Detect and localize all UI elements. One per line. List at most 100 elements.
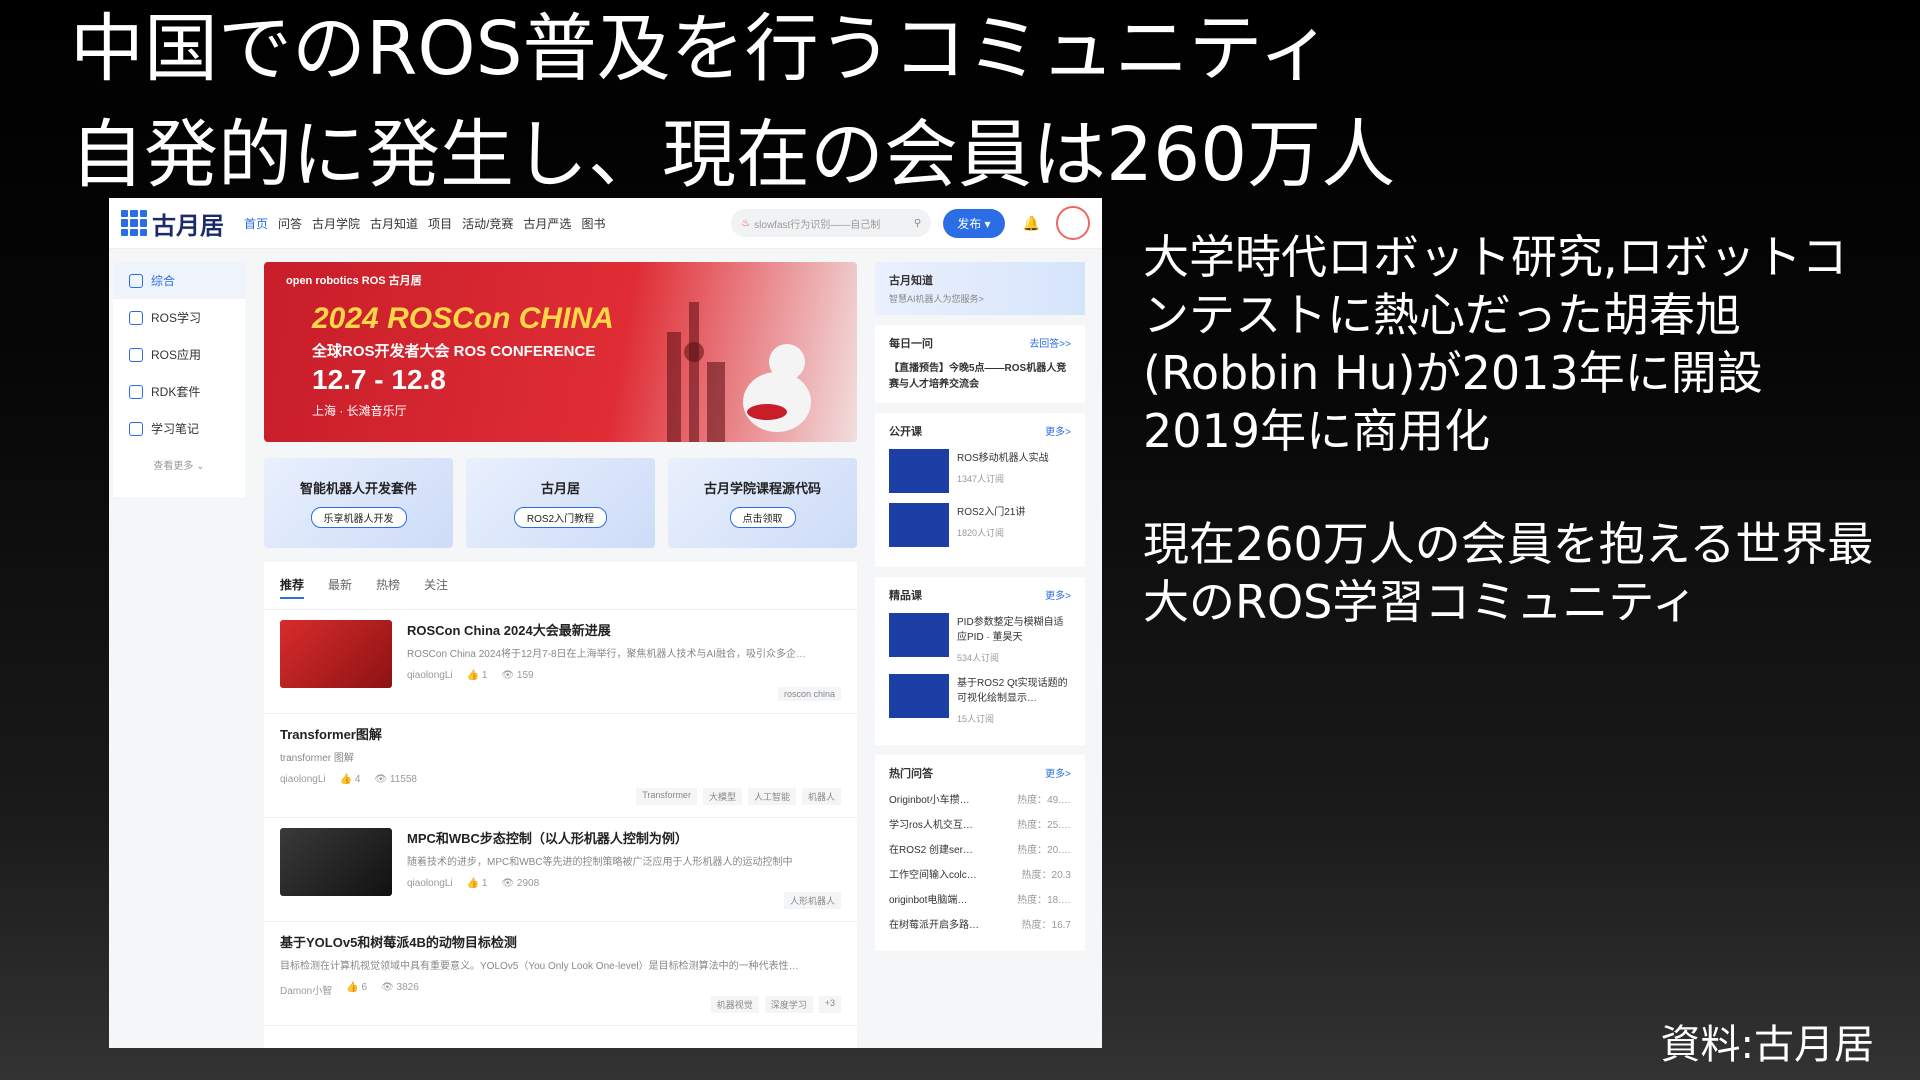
tag[interactable]: 人工智能: [747, 788, 796, 805]
course-item[interactable]: ROS2入门21讲 1820人订阅: [889, 503, 1071, 547]
qa-question: Originbot小车攒…: [889, 795, 970, 806]
post-desc: ROSCon China 2024将于12月7-8日在上海举行，聚焦机器人技术与…: [407, 649, 806, 660]
course-count: 1347人订阅: [957, 474, 1005, 484]
post-tags: Transformer 大模型 人工智能 机器人: [636, 788, 841, 805]
sidebar-more-link[interactable]: 查看更多 ⌄: [113, 457, 245, 472]
tag[interactable]: 深度学习: [764, 996, 813, 1013]
post-author[interactable]: qiaolongLi: [407, 878, 453, 889]
more-link[interactable]: 更多>: [1045, 765, 1071, 781]
search-placeholder: slowfast行为识别——自己制: [754, 219, 881, 231]
post-meta: qiaolongLi 👍 1 👁 2908: [407, 878, 540, 889]
nav-item[interactable]: 图书: [581, 215, 605, 232]
course-count: 534人订阅: [957, 653, 1000, 663]
card-button[interactable]: 点击领取: [729, 507, 796, 528]
feed-tabs: 推荐 最新 热榜 关注: [264, 562, 857, 610]
nav-item[interactable]: 古月知道: [370, 215, 418, 232]
tag[interactable]: 人形机器人: [783, 892, 841, 909]
more-link[interactable]: 更多>: [1045, 423, 1071, 439]
post-views: 11558: [389, 774, 417, 785]
nav-item[interactable]: 活动/竞赛: [462, 215, 513, 232]
quality-title: 精品课: [889, 590, 922, 602]
sidebar-item-general[interactable]: 综合: [113, 262, 245, 299]
list-item[interactable]: ROSCon China 2024大会最新进展 ROSCon China 202…: [264, 610, 857, 714]
search-icon[interactable]: ⚲: [914, 218, 921, 229]
promo-card-source[interactable]: 古月学院课程源代码 点击领取: [668, 458, 857, 548]
sidebar-item-ros-apps[interactable]: ROS应用: [113, 336, 245, 373]
qa-heat: 热度：49.…: [1017, 795, 1071, 806]
publish-button[interactable]: 发布 ▾: [943, 208, 1005, 238]
qa-item[interactable]: 在树莓派开启多路… 热度：16.7: [889, 916, 1071, 931]
bell-icon[interactable]: 🔔: [1023, 215, 1040, 232]
tag[interactable]: 机器视觉: [710, 996, 759, 1013]
nav-item[interactable]: 项目: [428, 215, 452, 232]
post-thumbnail: [280, 620, 392, 688]
nav-item[interactable]: 古月严选: [523, 215, 571, 232]
sidebar-item-rdk[interactable]: RDK套件: [113, 373, 245, 410]
qa-question: 在树莓派开启多路…: [889, 920, 979, 931]
card-button[interactable]: 乐享机器人开发: [310, 507, 407, 528]
more-link[interactable]: 更多>: [1045, 587, 1071, 603]
course-item[interactable]: 基于ROS2 Qt实现话题的可视化绘制显示… 15人订阅: [889, 674, 1071, 725]
daily-link[interactable]: 去回答>>: [1029, 335, 1071, 351]
qa-item[interactable]: 工作空间输入colc… 热度：20.3: [889, 866, 1071, 881]
tag[interactable]: +3: [818, 996, 841, 1013]
slide-body: 大学時代ロボット研究,ロボットコンテストに熱心だった胡春旭(Robbin Hu)…: [1143, 228, 1883, 631]
tag[interactable]: 大模型: [702, 788, 742, 805]
promo-card-kit[interactable]: 智能机器人开发套件 乐享机器人开发: [264, 458, 453, 548]
course-item[interactable]: PID参数整定与模糊自适应PID · 董昊天 534人订阅: [889, 613, 1071, 664]
slide-title-line2: 自発的に発生し、現在の会員は260万人: [70, 112, 1396, 198]
open-course-panel: 公开课 更多> ROS移动机器人实战 1347人订阅 ROS2入门21讲 1820人订…: [875, 413, 1085, 567]
tag[interactable]: 机器人: [801, 788, 841, 805]
qa-heat: 热度：16.7: [1021, 920, 1071, 931]
tab-recommended[interactable]: 推荐: [280, 576, 305, 599]
post-views: 3826: [396, 982, 419, 993]
list-item[interactable]: 基于YOLOv5和树莓派4B的动物目标检测 目标检测在计算机视觉领域中具有重要意…: [264, 922, 857, 1026]
post-title[interactable]: MPC和WBC步态控制（以人形机器人控制为例）: [407, 828, 841, 847]
right-column: 古月知道 智慧AI机器人为您服务> 每日一问 去回答>> 【直播预告】今晚5点——…: [875, 262, 1085, 961]
post-author[interactable]: qiaolongLi: [280, 774, 326, 785]
avatar[interactable]: [1056, 206, 1090, 240]
list-item[interactable]: Transformer图解 transformer 图解 qiaolongLi 👍…: [264, 714, 857, 818]
post-title[interactable]: Transformer图解: [280, 724, 841, 743]
post-likes: 1: [481, 878, 488, 889]
tab-latest[interactable]: 最新: [328, 576, 352, 599]
zhidao-panel[interactable]: 古月知道 智慧AI机器人为您服务>: [875, 262, 1085, 315]
sidebar-item-label: 学习笔记: [151, 422, 200, 436]
nav-item[interactable]: 首页: [244, 215, 268, 232]
logo-grid-icon: [121, 210, 147, 236]
sidebar-item-ros-learning[interactable]: ROS学习: [113, 299, 245, 336]
tab-following[interactable]: 关注: [424, 576, 448, 599]
nav-item[interactable]: 问答: [278, 215, 302, 232]
post-likes: 4: [354, 774, 361, 785]
body-paragraph-members: 現在260万人の会員を抱える世界最大のROS学習コミュニティ: [1143, 517, 1874, 629]
site-header: 古月居 首页 问答 古月学院 古月知道 项目 活动/竞赛 古月严选 图书 ♨ s…: [109, 198, 1102, 249]
qa-question: 在ROS2 创建ser…: [889, 845, 973, 856]
roscon-banner[interactable]: open robotics ROS 古月居 2024 ROSCon CHINA …: [264, 262, 857, 442]
qa-heat: 热度：20.3: [1021, 870, 1071, 881]
post-author[interactable]: Damon小智: [280, 982, 332, 997]
site-logo[interactable]: 古月居: [121, 206, 224, 241]
sidebar-item-notes[interactable]: 学习笔记: [113, 410, 245, 447]
qa-item[interactable]: 在ROS2 创建ser… 热度：20.…: [889, 841, 1071, 856]
tab-hot[interactable]: 热榜: [376, 576, 400, 599]
card-title: 古月居: [540, 481, 580, 496]
tag[interactable]: Transformer: [636, 788, 697, 805]
tag[interactable]: roscon china: [777, 687, 841, 701]
nav-item[interactable]: 古月学院: [312, 215, 360, 232]
list-item[interactable]: MPC和WBC步态控制（以人形机器人控制为例） 随着技术的进步，MPC和WBC等…: [264, 818, 857, 922]
top-nav: 首页 问答 古月学院 古月知道 项目 活动/竞赛 古月严选 图书: [244, 215, 605, 232]
qa-item[interactable]: 学习ros人机交互… 热度：25.…: [889, 816, 1071, 831]
post-title[interactable]: ROSCon China 2024大会最新进展: [407, 620, 841, 639]
card-title: 古月学院课程源代码: [703, 481, 821, 496]
banner-brands: open robotics ROS 古月居: [286, 275, 422, 287]
qa-item[interactable]: originbot电脑端… 热度：18.…: [889, 891, 1071, 906]
search-input[interactable]: ♨ slowfast行为识别——自己制 ⚲: [731, 209, 932, 237]
course-item[interactable]: ROS移动机器人实战 1347人订阅: [889, 449, 1071, 493]
promo-card-tutorial[interactable]: 古月居 ROS2入门教程: [466, 458, 655, 548]
card-button[interactable]: ROS2入门教程: [513, 507, 608, 528]
qa-item[interactable]: Originbot小车攒… 热度：49.…: [889, 791, 1071, 806]
post-author[interactable]: qiaolongLi: [407, 670, 453, 681]
post-title[interactable]: 基于YOLOv5和树莓派4B的动物目标检测: [280, 932, 841, 951]
daily-text[interactable]: 【直播预告】今晚5点——ROS机器人竞赛与人才培养交流会: [889, 361, 1071, 393]
book-icon: [129, 310, 143, 325]
